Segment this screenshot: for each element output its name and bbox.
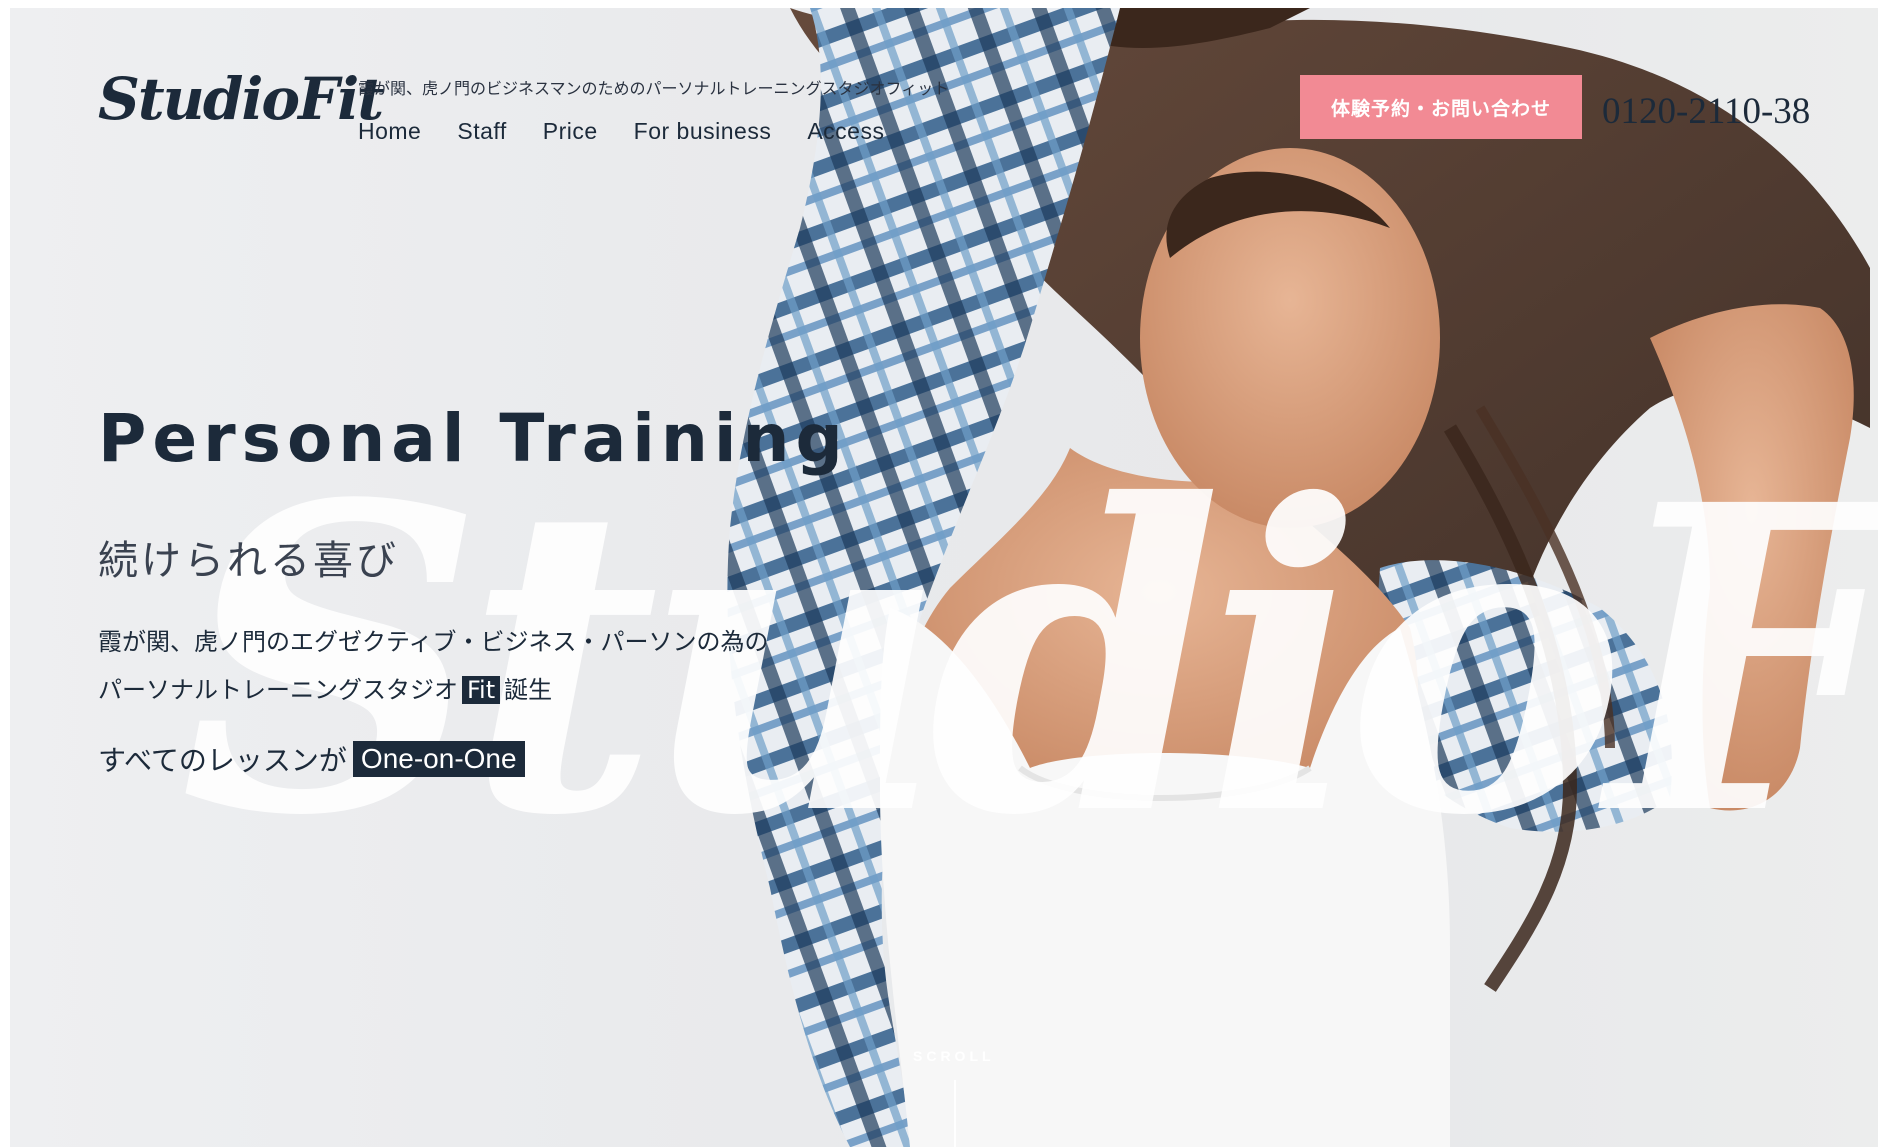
hero-title: Personal Training xyxy=(98,400,849,477)
nav-item-for-business[interactable]: For business xyxy=(634,118,772,145)
hero-subtitle: 続けられる喜び xyxy=(98,538,399,584)
lessons-prefix: すべてのレッスンが xyxy=(98,744,347,777)
trial-contact-button[interactable]: 体験予約・お問い合わせ xyxy=(1300,75,1582,139)
site-logo[interactable]: StudioFit xyxy=(98,70,384,128)
nav-item-price[interactable]: Price xyxy=(543,118,598,145)
fit-badge: Fit xyxy=(462,676,501,704)
nav-item-access[interactable]: Access xyxy=(807,118,884,145)
nav-item-staff[interactable]: Staff xyxy=(457,118,506,145)
hero-section: StudioFit StudioFit 霞が関、虎ノ門のビジネスマンのためのパー… xyxy=(10,8,1878,1147)
one-on-one-badge: One-on-One xyxy=(352,741,525,777)
hero-lessons: すべてのレッスンが One-on-One xyxy=(98,739,529,779)
scroll-line xyxy=(954,1080,956,1147)
main-nav: Home Staff Price For business Access xyxy=(358,118,884,145)
hero-desc-line-1: 霞が関、虎ノ門のエグゼクティブ・ビジネス・パーソンの為の xyxy=(98,628,769,656)
hero-desc-line-2-prefix: パーソナルトレーニングスタジオ xyxy=(98,676,458,704)
scroll-label[interactable]: SCROLL xyxy=(913,1048,995,1064)
nav-item-home[interactable]: Home xyxy=(358,118,421,145)
site-tagline: 霞が関、虎ノ門のビジネスマンのためのパーソナルトレーニングスタジオフィット xyxy=(358,79,950,98)
hero-desc-line-2: パーソナルトレーニングスタジオ Fit 誕生 xyxy=(98,666,769,714)
hero-description: 霞が関、虎ノ門のエグゼクティブ・ビジネス・パーソンの為の パーソナルトレーニング… xyxy=(98,618,769,714)
phone-number[interactable]: 0120-2110-38 xyxy=(1602,90,1810,133)
hero-desc-line-2-suffix: 誕生 xyxy=(504,676,553,704)
